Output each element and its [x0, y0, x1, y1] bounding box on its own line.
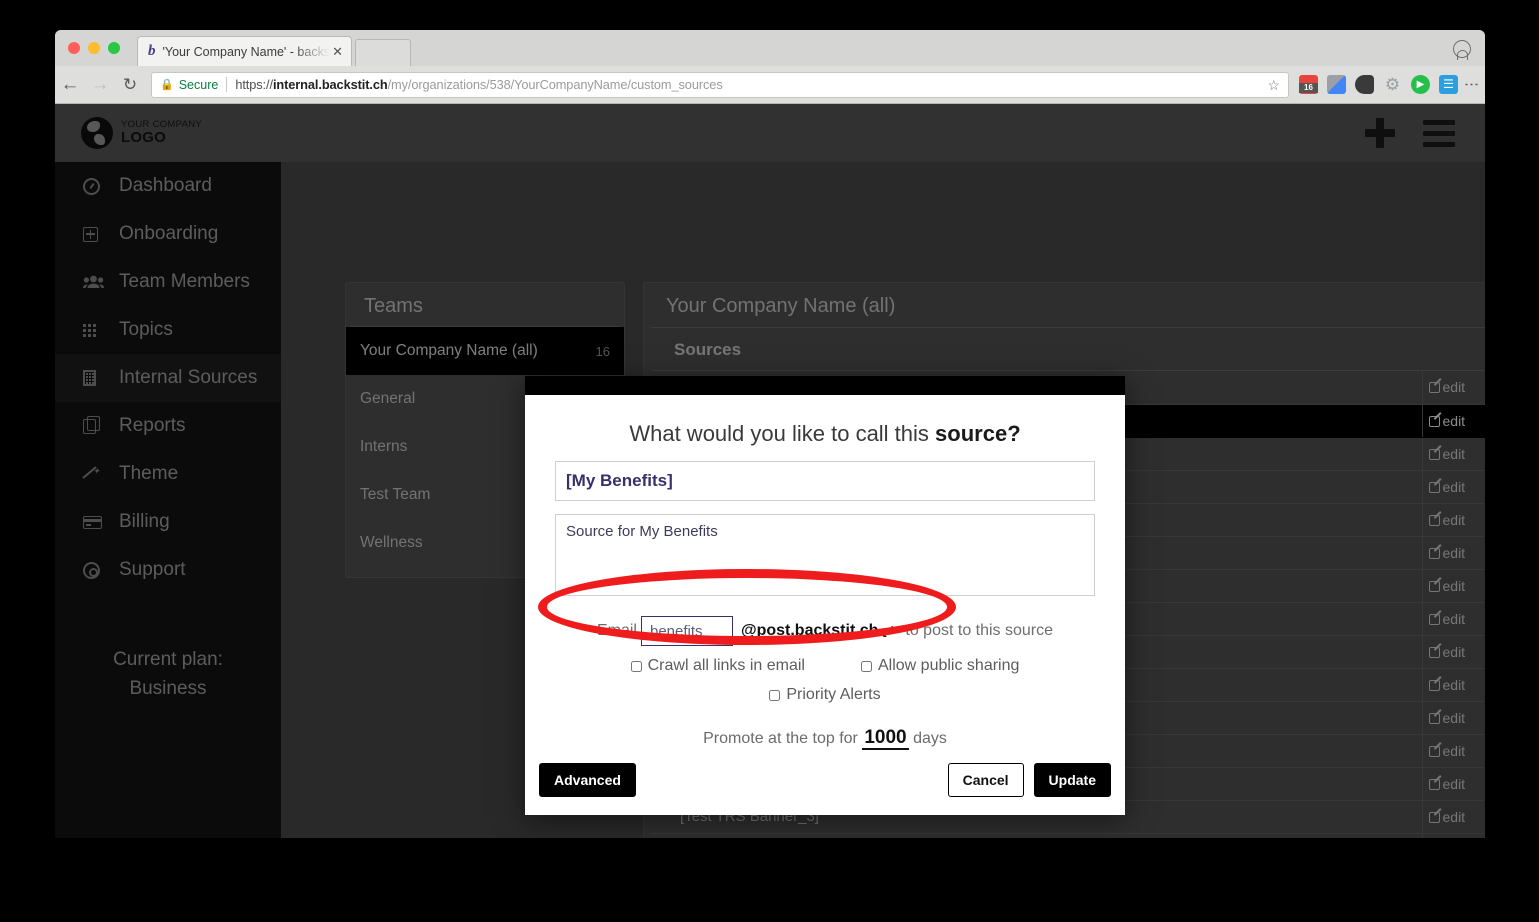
- address-bar-url: https://internal.backstit.ch/my/organiza…: [235, 77, 722, 92]
- modal-body: What would you like to call this source?…: [525, 395, 1125, 750]
- person-extension-icon[interactable]: ☰: [1439, 75, 1458, 94]
- window-controls[interactable]: [68, 42, 120, 54]
- browser-tab-bar: b 'Your Company Name' - backstit ✕: [55, 30, 1485, 66]
- promote-row: Promote at the top for 1000 days: [555, 727, 1095, 750]
- pencil-icon[interactable]: [884, 625, 896, 637]
- browser-tab-title: 'Your Company Name' - backstit: [162, 44, 331, 59]
- public-sharing-checkbox-wrap[interactable]: Allow public sharing: [860, 657, 1020, 675]
- calendar-extension-badge: 16: [1299, 83, 1318, 93]
- crawl-links-checkbox[interactable]: [630, 660, 642, 672]
- extensions-tray: 16 ⚙ ▶ ☰ ⋮: [1299, 75, 1485, 94]
- back-button[interactable]: ←: [55, 74, 85, 96]
- url-host: internal.backstit.ch: [272, 77, 388, 92]
- crawl-links-label: Crawl all links in email: [647, 657, 805, 674]
- key-extension-icon[interactable]: [1355, 75, 1374, 94]
- modal-title-bar: [525, 376, 1125, 395]
- priority-alerts-label: Priority Alerts: [786, 686, 881, 703]
- site-favicon-icon: b: [148, 43, 156, 59]
- gear-extension-icon[interactable]: ⚙: [1383, 75, 1402, 94]
- modal-footer: Advanced Cancel Update: [525, 749, 1125, 815]
- crawl-links-checkbox-wrap[interactable]: Crawl all links in email: [630, 657, 805, 675]
- url-scheme: https://: [235, 77, 273, 92]
- page-viewport: YOUR COMPANY LOGO Dashboard Onboarding T…: [55, 104, 1485, 838]
- priority-alerts-checkbox-wrap[interactable]: Priority Alerts: [769, 686, 881, 704]
- lock-icon: 🔒: [160, 79, 174, 91]
- update-button[interactable]: Update: [1033, 763, 1111, 797]
- promote-days-value[interactable]: 1000: [862, 727, 909, 750]
- cancel-button[interactable]: Cancel: [947, 763, 1024, 797]
- modal-heading: What would you like to call this source?: [555, 421, 1095, 447]
- email-alias-input[interactable]: [640, 616, 733, 646]
- promote-suffix-label: days: [913, 730, 947, 747]
- new-tab-placeholder[interactable]: [355, 39, 411, 66]
- close-window-button[interactable]: [68, 42, 80, 54]
- reload-button[interactable]: ↻: [115, 75, 145, 95]
- source-description-textarea[interactable]: [555, 514, 1095, 596]
- minimize-window-button[interactable]: [88, 42, 100, 54]
- bookmark-star-icon[interactable]: ☆: [1267, 77, 1280, 94]
- browser-toolbar: ← → ↻ 🔒 Secure https://internal.backstit…: [55, 66, 1485, 104]
- email-suffix-label: to post to this source: [905, 622, 1054, 639]
- maximize-window-button[interactable]: [108, 42, 120, 54]
- email-domain-label: @post.backstit.ch: [740, 622, 879, 639]
- close-tab-icon[interactable]: ✕: [330, 44, 345, 60]
- forward-button[interactable]: →: [85, 74, 115, 96]
- advanced-button[interactable]: Advanced: [539, 763, 636, 797]
- edit-source-modal: What would you like to call this source?…: [525, 376, 1125, 815]
- modal-heading-prefix: What would you like to call this: [629, 421, 936, 446]
- screenshot-root: b 'Your Company Name' - backstit ✕ ← → ↻…: [0, 0, 1539, 922]
- browser-menu-icon[interactable]: ⋮: [1463, 77, 1480, 92]
- omnibox-divider: [226, 77, 228, 92]
- modal-checkbox-row-1: Crawl all links in email Allow public sh…: [555, 657, 1095, 675]
- modal-checkbox-row-2: Priority Alerts: [555, 686, 1095, 704]
- secure-label: Secure: [178, 77, 219, 92]
- modal-heading-bold: source?: [935, 421, 1021, 446]
- profile-avatar-icon[interactable]: [1453, 40, 1471, 60]
- email-label: Email: [596, 622, 637, 639]
- calendar-extension-icon[interactable]: 16: [1299, 75, 1318, 94]
- modal-primary-actions: Cancel Update: [947, 763, 1111, 797]
- address-bar[interactable]: 🔒 Secure https://internal.backstit.ch/my…: [151, 71, 1289, 98]
- pen-extension-icon[interactable]: [1327, 75, 1346, 94]
- public-sharing-checkbox[interactable]: [860, 660, 872, 672]
- priority-alerts-checkbox[interactable]: [769, 689, 781, 701]
- public-sharing-label: Allow public sharing: [877, 657, 1020, 674]
- promote-prefix-label: Promote at the top for: [703, 730, 858, 747]
- browser-tab[interactable]: b 'Your Company Name' - backstit ✕: [137, 36, 352, 66]
- url-path: /my/organizations/538/YourCompanyName/cu…: [387, 77, 723, 92]
- source-name-input[interactable]: [555, 461, 1095, 501]
- play-extension-icon[interactable]: ▶: [1411, 75, 1430, 94]
- browser-window: b 'Your Company Name' - backstit ✕ ← → ↻…: [55, 30, 1485, 838]
- source-email-row: Email @post.backstit.ch to post to this …: [555, 616, 1095, 646]
